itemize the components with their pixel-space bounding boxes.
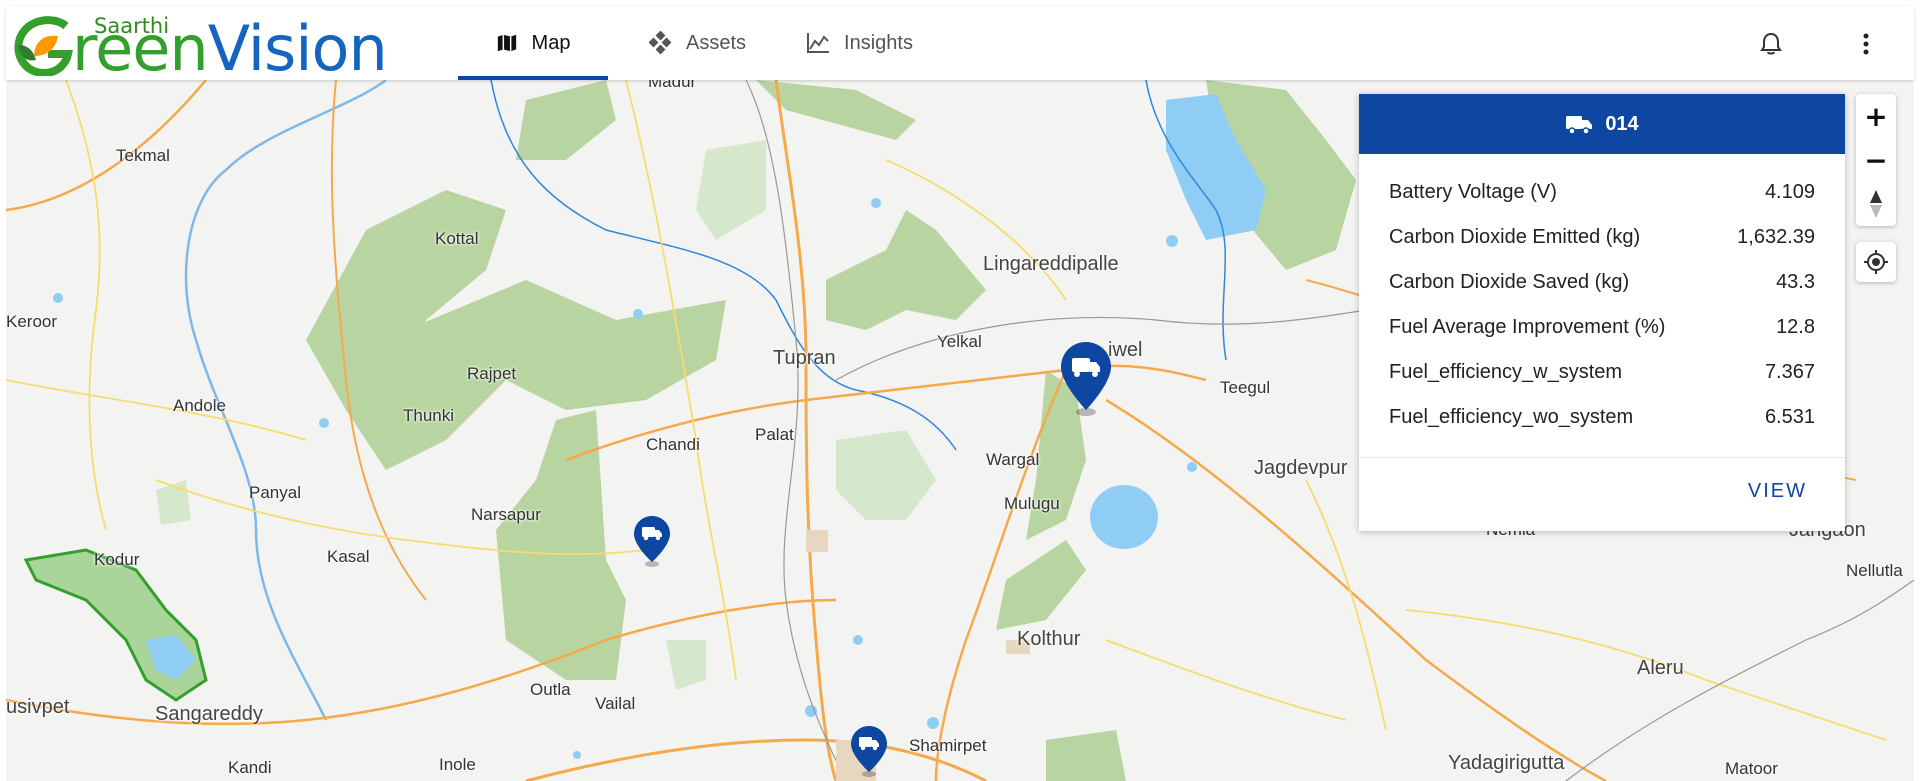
place-label: Yelkal bbox=[937, 332, 982, 351]
logo-leaf-g-icon bbox=[14, 16, 73, 76]
place-label: Kolthur bbox=[1017, 628, 1081, 650]
top-header: Saarthi reenVision Map Assets Insights bbox=[6, 6, 1914, 84]
tab-map-label: Map bbox=[531, 31, 571, 54]
place-label: usivpet bbox=[6, 696, 70, 718]
insights-chart-icon bbox=[807, 33, 830, 53]
popup-footer: VIEW bbox=[1359, 457, 1845, 531]
locate-icon bbox=[1864, 250, 1888, 274]
place-label: Kandi bbox=[228, 758, 272, 777]
place-label: Lingareddipalle bbox=[983, 253, 1119, 275]
tab-insights[interactable]: Insights bbox=[776, 6, 943, 80]
more-menu-button[interactable] bbox=[1852, 30, 1880, 58]
place-label: Mulugu bbox=[1004, 494, 1060, 513]
metric-row: Battery Voltage (V) 4.109 bbox=[1389, 170, 1815, 215]
brand-green-text: reen bbox=[72, 12, 209, 85]
metric-value: 43.3 bbox=[1776, 271, 1815, 293]
metric-label: Carbon Dioxide Emitted (kg) bbox=[1389, 226, 1641, 248]
place-label: Teegul bbox=[1220, 378, 1271, 397]
bell-icon bbox=[1760, 32, 1782, 55]
view-button[interactable]: VIEW bbox=[1748, 480, 1807, 503]
place-label: Sangareddy bbox=[155, 703, 263, 725]
metric-label: Fuel Average Improvement (%) bbox=[1389, 316, 1666, 338]
truck-icon bbox=[1566, 116, 1593, 135]
metric-value: 7.367 bbox=[1764, 361, 1815, 383]
metric-label: Battery Voltage (V) bbox=[1389, 181, 1557, 203]
place-label: Rajpet bbox=[467, 364, 517, 383]
place-label: Kottal bbox=[435, 229, 479, 248]
vehicle-info-popup: 014 Battery Voltage (V) 4.109 Carbon Dio… bbox=[1359, 94, 1845, 531]
place-label: Keroor bbox=[6, 312, 58, 331]
place-label: Aleru bbox=[1637, 657, 1684, 679]
metric-label: Fuel_efficiency_wo_system bbox=[1389, 406, 1634, 428]
truck-pin-icon bbox=[634, 516, 670, 567]
brand-logo[interactable]: Saarthi reenVision bbox=[14, 10, 394, 84]
compass-icon bbox=[1870, 190, 1882, 218]
vehicle-marker[interactable] bbox=[849, 724, 889, 781]
place-label: Vailal bbox=[595, 694, 636, 713]
zoom-control: + − bbox=[1856, 94, 1896, 226]
metric-label: Carbon Dioxide Saved (kg) bbox=[1389, 271, 1630, 293]
metric-label: Fuel_efficiency_w_system bbox=[1389, 361, 1623, 383]
place-label: Palat bbox=[755, 425, 794, 444]
place-label: Matoor bbox=[1725, 759, 1778, 778]
place-label: Tupran bbox=[773, 347, 836, 369]
popup-header: 014 bbox=[1359, 94, 1845, 154]
metric-value: 1,632.39 bbox=[1737, 226, 1815, 248]
tab-assets-label: Assets bbox=[686, 31, 747, 54]
app-root: Saarthi reenVision Map Assets Insights M… bbox=[6, 6, 1914, 781]
metric-value: 6.531 bbox=[1764, 406, 1815, 428]
vehicle-marker[interactable] bbox=[632, 514, 672, 573]
more-vertical-icon bbox=[1863, 33, 1869, 55]
place-label: Narsapur bbox=[471, 505, 541, 524]
popup-vehicle-id: 014 bbox=[1605, 112, 1639, 135]
place-label: Shamirpet bbox=[909, 736, 987, 755]
assets-icon bbox=[648, 31, 672, 55]
place-label: Tekmal bbox=[116, 146, 170, 165]
place-label: Inole bbox=[439, 755, 476, 774]
place-label: Kodur bbox=[94, 550, 140, 569]
place-label: Madur bbox=[648, 80, 697, 91]
place-label: Nellutla bbox=[1846, 561, 1903, 580]
metric-row: Carbon Dioxide Emitted (kg) 1,632.39 bbox=[1389, 215, 1815, 260]
place-label: Wargal bbox=[986, 450, 1040, 469]
tab-map[interactable]: Map bbox=[458, 6, 608, 80]
reset-bearing-button[interactable] bbox=[1856, 182, 1896, 226]
metric-value: 12.8 bbox=[1776, 316, 1815, 338]
metric-row: Fuel_efficiency_w_system 7.367 bbox=[1389, 350, 1815, 395]
zoom-in-button[interactable]: + bbox=[1856, 94, 1896, 138]
metric-row: Fuel_efficiency_wo_system 6.531 bbox=[1389, 395, 1815, 440]
notifications-button[interactable] bbox=[1757, 30, 1785, 58]
metric-row: Carbon Dioxide Saved (kg) 43.3 bbox=[1389, 260, 1815, 305]
metric-row: Fuel Average Improvement (%) 12.8 bbox=[1389, 305, 1815, 350]
map-icon bbox=[497, 34, 516, 52]
truck-pin-icon bbox=[1061, 342, 1111, 416]
brand-name: reenVision bbox=[72, 12, 388, 85]
tab-assets[interactable]: Assets bbox=[618, 6, 776, 80]
place-label: Panyal bbox=[249, 483, 301, 502]
place-label: Thunki bbox=[403, 406, 455, 425]
place-label: Yadagirigutta bbox=[1448, 752, 1565, 774]
tab-insights-label: Insights bbox=[844, 31, 913, 54]
locate-me-button[interactable] bbox=[1856, 242, 1896, 282]
place-label: Outla bbox=[530, 680, 571, 699]
metric-value: 4.109 bbox=[1764, 181, 1815, 203]
place-label: Andole bbox=[173, 396, 226, 415]
place-label: Jagdevpur bbox=[1254, 457, 1348, 479]
place-label: Kasal bbox=[327, 547, 370, 566]
zoom-out-button[interactable]: − bbox=[1856, 138, 1896, 182]
metrics-list: Battery Voltage (V) 4.109 Carbon Dioxide… bbox=[1359, 154, 1845, 440]
brand-blue-text: Vision bbox=[207, 12, 388, 85]
main-nav-tabs: Map Assets Insights bbox=[458, 6, 943, 80]
place-label: Chandi bbox=[646, 435, 700, 454]
place-label: iwel bbox=[1108, 339, 1143, 361]
truck-pin-icon bbox=[851, 726, 887, 777]
vehicle-marker-selected[interactable] bbox=[1059, 340, 1113, 423]
